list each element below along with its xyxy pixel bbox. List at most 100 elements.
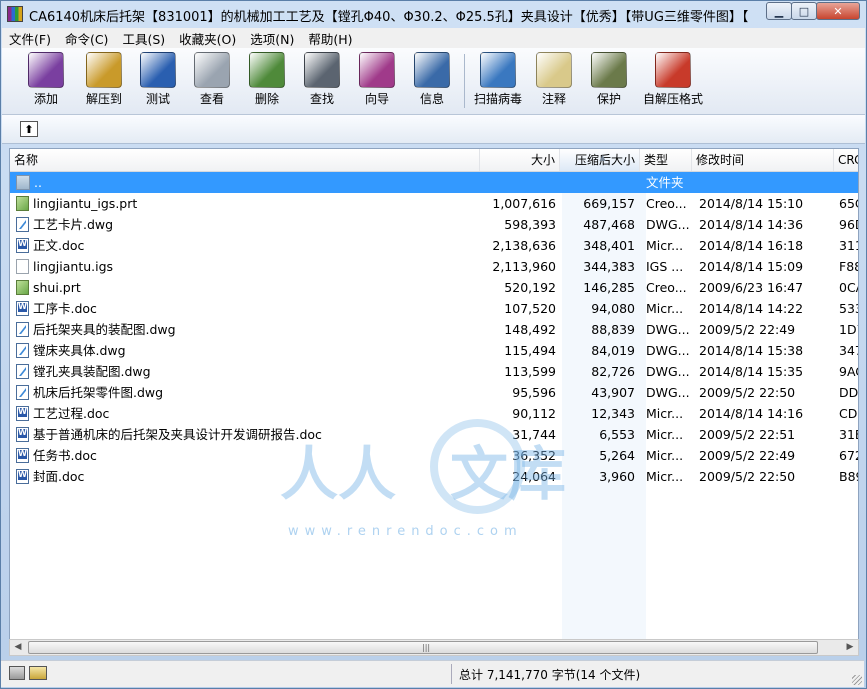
wizard-icon (359, 52, 395, 88)
close-button[interactable]: ✕ (816, 2, 860, 20)
file-type: Micr... (646, 406, 684, 421)
delete-button[interactable]: 删除 (239, 52, 295, 110)
file-size: 520,192 (504, 280, 556, 295)
table-row[interactable]: 后托架夹具的装配图.dwg 148,492 88,839 DWG... 2009/5/2… (10, 319, 858, 340)
status-summary: 总计 7,141,770 字节(14 个文件) (459, 668, 641, 682)
file-crc: 0CA (839, 280, 858, 295)
minimize-button[interactable]: ▁ (766, 2, 792, 20)
menu-commands[interactable]: 命令(C) (58, 29, 115, 48)
test-button[interactable]: 测试 (130, 52, 186, 110)
extract-to-button[interactable]: 解压到 (76, 52, 132, 110)
file-name-text: .. (34, 175, 42, 190)
horizontal-scrollbar[interactable]: ◀ ||| ▶ (9, 639, 859, 656)
menu-options[interactable]: 选项(N) (243, 29, 301, 48)
table-row[interactable]: 正文.doc 2,138,636 348,401 Micr... 2014/8/14 1… (10, 235, 858, 256)
file-size: 2,113,960 (492, 259, 556, 274)
find-button[interactable]: 查找 (294, 52, 350, 110)
table-row[interactable]: 任务书.doc 36,352 5,264 Micr... 2009/5/2 22:49 6… (10, 445, 858, 466)
test-icon (140, 52, 176, 88)
file-crc: 533 (839, 301, 858, 316)
window-controls: ▁ □ ✕ (766, 2, 860, 20)
file-size: 31,744 (512, 427, 556, 442)
prt-file-icon (16, 196, 29, 211)
table-row[interactable]: 机床后托架零件图.dwg 95,596 43,907 DWG... 2009/5/2 2… (10, 382, 858, 403)
table-row[interactable]: 工艺卡片.dwg 598,393 487,468 DWG... 2014/8/14 14… (10, 214, 858, 235)
resize-grip-icon[interactable] (852, 675, 862, 685)
menu-help[interactable]: 帮助(H) (301, 29, 359, 48)
table-row[interactable]: shui.prt 520,192 146,285 Creo... 2009/6/23 1… (10, 277, 858, 298)
igs-file-icon (16, 259, 29, 274)
file-crc: 347 (839, 343, 858, 358)
table-row[interactable]: 基于普通机床的后托架及夹具设计开发调研报告.doc 31,744 6,553 Micr… (10, 424, 858, 445)
doc-file-icon (16, 469, 29, 484)
menu-file[interactable]: 文件(F) (2, 29, 58, 48)
drive-icon[interactable] (9, 666, 25, 680)
table-row[interactable]: lingjiantu_igs.prt 1,007,616 669,157 Creo..… (10, 193, 858, 214)
file-name-text: lingjiantu.igs (33, 259, 114, 274)
table-row[interactable]: 镗孔夹具装配图.dwg 113,599 82,726 DWG... 2014/8/14 … (10, 361, 858, 382)
table-row[interactable]: 镗床夹具体.dwg 115,494 84,019 DWG... 2014/8/14 15… (10, 340, 858, 361)
file-name-text: 镗孔夹具装配图.dwg (33, 364, 151, 379)
file-name-text: shui.prt (33, 280, 81, 295)
up-folder-button[interactable]: ⬆ (20, 121, 38, 137)
file-type: Micr... (646, 469, 684, 484)
view-icon (194, 52, 230, 88)
comment-icon (536, 52, 572, 88)
file-size: 1,007,616 (492, 196, 556, 211)
table-row[interactable]: 工序卡.doc 107,520 94,080 Micr... 2014/8/14 14:… (10, 298, 858, 319)
doc-file-icon (16, 427, 29, 442)
protect-button[interactable]: 保护 (581, 52, 637, 110)
file-modified: 2014/8/14 14:22 (699, 301, 804, 316)
add-button-label: 添加 (33, 92, 58, 106)
scan-virus-button[interactable]: 扫描病毒 (468, 52, 528, 110)
file-size: 115,494 (504, 343, 556, 358)
comment-button[interactable]: 注释 (526, 52, 582, 110)
file-name-text: 工艺卡片.dwg (33, 217, 114, 232)
menu-bar: 文件(F) 命令(C) 工具(S) 收藏夹(O) 选项(N) 帮助(H) (2, 28, 865, 48)
file-packed-size: 146,285 (583, 280, 635, 295)
file-size (486, 172, 556, 193)
file-crc: 31E (839, 427, 858, 442)
column-header-modified[interactable]: 修改时间 (692, 149, 834, 171)
parent-folder-row[interactable]: .. 文件夹 (10, 172, 858, 193)
menu-tools[interactable]: 工具(S) (115, 29, 172, 48)
file-name: shui.prt (16, 277, 486, 298)
file-list[interactable]: 名称 大小 ▲ 压缩后大小 类型 修改时间 CRC ..文件夹lingjiant… (9, 148, 859, 640)
table-row[interactable]: lingjiantu.igs 2,113,960 344,383 IGS ... 201… (10, 256, 858, 277)
column-header-type[interactable]: 类型 (640, 149, 692, 171)
file-type: Micr... (646, 238, 684, 253)
file-type: Micr... (646, 301, 684, 316)
extract-to-button-label: 解压到 (85, 92, 122, 106)
file-modified: 2009/6/23 16:47 (699, 280, 804, 295)
scrollbar-thumb[interactable]: ||| (28, 641, 818, 654)
status-icons (9, 666, 51, 680)
info-icon (414, 52, 450, 88)
maximize-button[interactable]: □ (791, 2, 817, 20)
wizard-button[interactable]: 向导 (349, 52, 405, 110)
file-name: lingjiantu_igs.prt (16, 193, 486, 214)
sfx-button[interactable]: 自解压格式 (638, 52, 708, 110)
info-button[interactable]: 信息 (404, 52, 460, 110)
status-divider (451, 664, 452, 684)
column-header-name[interactable]: 名称 (10, 149, 480, 171)
view-button[interactable]: 查看 (184, 52, 240, 110)
key-icon[interactable] (29, 666, 47, 680)
column-header-crc[interactable]: CRC (834, 149, 858, 171)
file-modified (699, 172, 837, 193)
winrar-app-icon[interactable] (7, 6, 23, 22)
column-header-packed-size[interactable]: ▲ 压缩后大小 (560, 149, 640, 171)
column-header-size[interactable]: 大小 (480, 149, 560, 171)
title-bar[interactable]: CA6140机床后托架【831001】的机械加工工艺及【镗孔Φ40、Φ30.2、… (1, 1, 866, 27)
file-crc (839, 172, 858, 193)
table-row[interactable]: 工艺过程.doc 90,112 12,343 Micr... 2014/8/14 14:… (10, 403, 858, 424)
menu-favorites[interactable]: 收藏夹(O) (172, 29, 243, 48)
file-name: 工艺卡片.dwg (16, 214, 486, 235)
table-row[interactable]: 封面.doc 24,064 3,960 Micr... 2009/5/2 22:50 B8… (10, 466, 858, 487)
file-name: lingjiantu.igs (16, 256, 486, 277)
scroll-left-arrow-icon[interactable]: ◀ (10, 640, 26, 655)
add-button[interactable]: 添加 (18, 52, 74, 110)
file-modified: 2014/8/14 15:38 (699, 343, 804, 358)
dwg-file-icon (16, 322, 29, 337)
doc-file-icon (16, 448, 29, 463)
scroll-right-arrow-icon[interactable]: ▶ (842, 640, 858, 655)
